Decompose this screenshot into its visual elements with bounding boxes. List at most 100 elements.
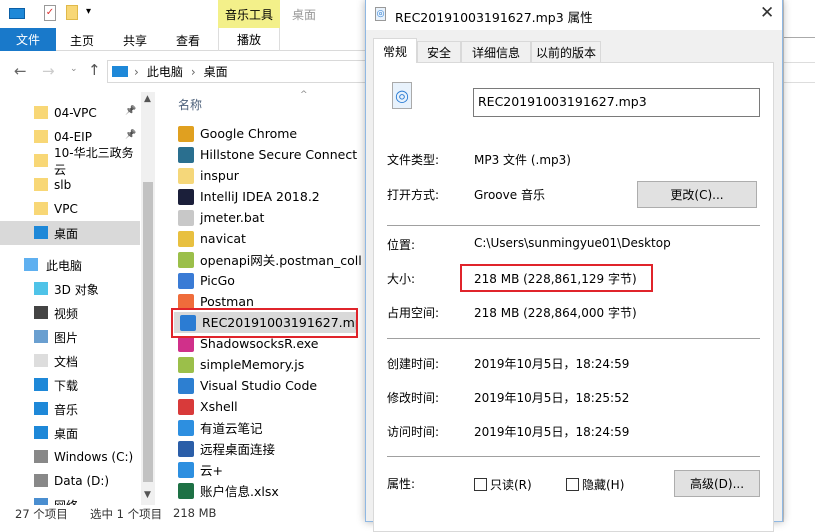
file-item[interactable]: Xshell: [172, 396, 362, 417]
nav-item-label: 视频: [54, 306, 79, 321]
file-item[interactable]: Hillstone Secure Connect: [172, 144, 362, 165]
file-name: Postman: [200, 294, 254, 309]
folder-icon: [34, 130, 48, 143]
nav-item[interactable]: 桌面: [0, 421, 140, 445]
location-label: 位置:: [387, 238, 416, 252]
file-item[interactable]: Visual Studio Code: [172, 375, 362, 396]
file-name: 有道云笔记: [200, 421, 263, 436]
file-item[interactable]: inspur: [172, 165, 362, 186]
file-name: openapi网关.postman_collec: [200, 253, 362, 268]
hidden-checkbox[interactable]: 隐藏(H): [566, 476, 624, 493]
readonly-label: 只读(R): [490, 478, 532, 492]
new-folder-icon[interactable]: [66, 5, 78, 20]
tab-view[interactable]: 查看: [176, 32, 200, 49]
recent-locations-icon[interactable]: ⌄: [70, 64, 78, 74]
nav-item[interactable]: 音乐: [0, 397, 140, 421]
nav-item[interactable]: 视频: [0, 301, 140, 325]
item-count: 27 个项目: [15, 507, 68, 521]
file-item[interactable]: Google Chrome: [172, 123, 362, 144]
created-value: 2019年10月5日，18:24:59: [474, 357, 630, 371]
properties-icon[interactable]: ✓: [44, 5, 56, 21]
file-item[interactable]: 有道云笔记: [172, 417, 362, 438]
file-icon: [178, 167, 194, 184]
nav-item[interactable]: Windows (C:): [0, 445, 140, 469]
contextual-tab-group: 音乐工具: [218, 0, 280, 28]
tab-security[interactable]: 安全: [417, 41, 461, 63]
tab-file[interactable]: 文件: [0, 28, 56, 51]
address-bar[interactable]: › 此电脑 › 桌面: [107, 60, 377, 83]
file-icon: [178, 125, 194, 142]
tab-general[interactable]: 常规: [373, 38, 417, 63]
modified-value: 2019年10月5日，18:25:52: [474, 391, 630, 405]
ribbon-tabs: 文件 主页 共享 查看 播放: [0, 28, 365, 51]
nav-item[interactable]: 桌面: [0, 221, 140, 245]
file-icon: [178, 377, 194, 394]
highlight-box: [171, 308, 358, 338]
nav-item[interactable]: VPC: [0, 197, 140, 221]
nav-item[interactable]: 10-华北三政务云: [0, 146, 140, 177]
nav-item[interactable]: 04-VPC 📌: [0, 101, 140, 125]
accessed-label: 访问时间:: [387, 425, 440, 439]
breadcrumb-desktop[interactable]: 桌面: [204, 63, 228, 80]
file-item[interactable]: navicat: [172, 228, 362, 249]
file-item[interactable]: 云+: [172, 459, 362, 480]
folder-icon: [34, 178, 48, 191]
file-name: jmeter.bat: [200, 210, 265, 225]
nav-item[interactable]: 网络: [0, 493, 140, 505]
file-item[interactable]: openapi网关.postman_collec: [172, 249, 362, 270]
file-icon: [178, 440, 194, 457]
nav-item-label: 桌面: [54, 426, 79, 441]
computer-icon[interactable]: [9, 8, 25, 19]
file-icon: [178, 209, 194, 226]
pin-icon: 📌: [125, 106, 137, 116]
tab-play[interactable]: 播放: [218, 28, 280, 51]
column-header-name[interactable]: 名称: [178, 96, 202, 113]
tab-share[interactable]: 共享: [123, 32, 147, 49]
file-name: Google Chrome: [200, 126, 298, 141]
size-on-disk-label: 占用空间:: [387, 306, 440, 320]
advanced-button[interactable]: 高级(D)...: [674, 470, 760, 497]
nav-item[interactable]: slb: [0, 173, 140, 197]
divider: [387, 456, 760, 457]
file-item[interactable]: PicGo: [172, 270, 362, 291]
nav-item[interactable]: 图片: [0, 325, 140, 349]
nav-item-label: 下载: [54, 378, 79, 393]
file-type-label: 文件类型:: [387, 153, 440, 167]
back-icon[interactable]: ←: [14, 62, 27, 80]
file-icon: [178, 272, 194, 289]
change-button[interactable]: 更改(C)...: [637, 181, 757, 208]
up-icon[interactable]: ↑: [88, 61, 101, 79]
created-label: 创建时间:: [387, 357, 440, 371]
mp3-file-icon: ◎: [375, 7, 386, 21]
nav-item[interactable]: Data (D:): [0, 469, 140, 493]
file-item[interactable]: 远程桌面连接: [172, 438, 362, 459]
file-name: 远程桌面连接: [200, 442, 276, 457]
close-icon[interactable]: ✕: [760, 3, 774, 23]
nav-item[interactable]: 此电脑: [0, 253, 140, 277]
file-name-input[interactable]: REC20191003191627.mp3: [473, 88, 760, 117]
nav-item-label: Data (D:): [54, 474, 110, 488]
breadcrumb-this-pc[interactable]: 此电脑: [147, 63, 183, 80]
nav-item[interactable]: 3D 对象: [0, 277, 140, 301]
nav-item-label: 网络: [54, 497, 78, 506]
nav-item[interactable]: 下载: [0, 373, 140, 397]
file-item[interactable]: 账户信息.xlsx: [172, 480, 362, 501]
file-icon: [178, 398, 194, 415]
readonly-checkbox[interactable]: 只读(R): [474, 476, 532, 493]
file-item[interactable]: IntelliJ IDEA 2018.2: [172, 186, 362, 207]
tab-details[interactable]: 详细信息: [461, 41, 531, 63]
nav-item[interactable]: 文档: [0, 349, 140, 373]
drive-icon: [34, 474, 48, 487]
nav-scrollbar[interactable]: ▲ ▼: [141, 92, 155, 505]
tab-previous-versions[interactable]: 以前的版本: [531, 41, 601, 63]
status-bar: 27 个项目 选中 1 个项目 218 MB: [0, 505, 365, 522]
dropdown-icon[interactable]: ▾: [86, 6, 91, 17]
forward-icon[interactable]: →: [42, 62, 55, 80]
file-item[interactable]: jmeter.bat: [172, 207, 362, 228]
file-item[interactable]: simpleMemory.js: [172, 354, 362, 375]
nav-item-label: 文档: [54, 354, 79, 369]
background-window: [783, 0, 815, 522]
file-name: 账户信息.xlsx: [200, 484, 279, 499]
documents-icon: [34, 354, 48, 367]
tab-home[interactable]: 主页: [70, 32, 94, 49]
